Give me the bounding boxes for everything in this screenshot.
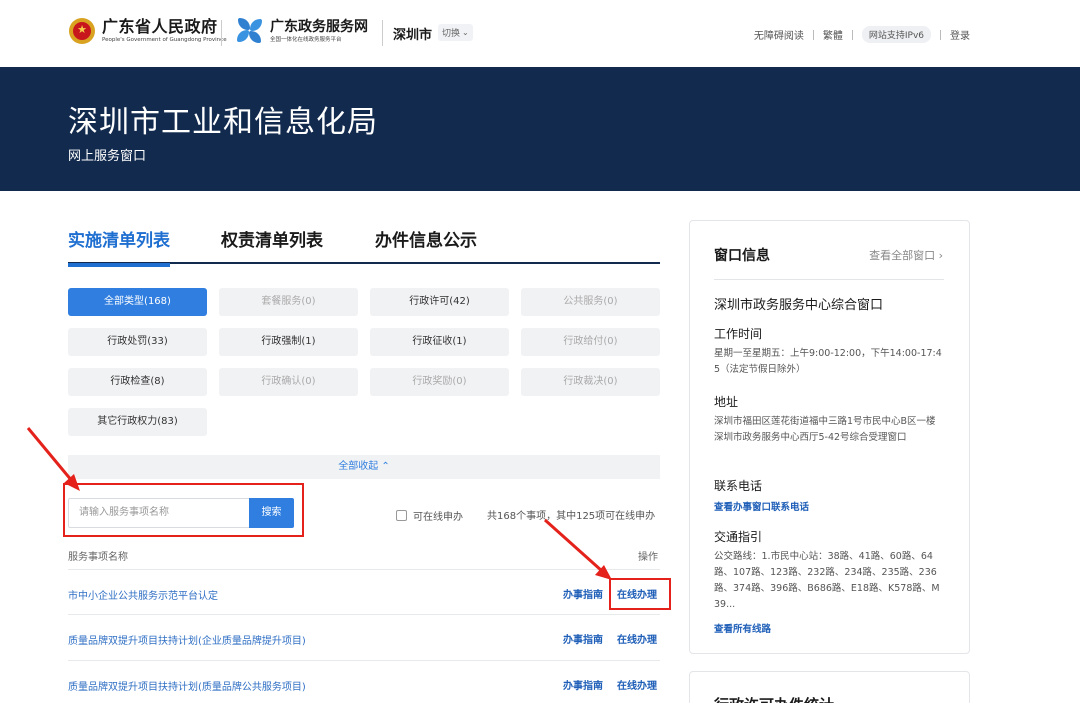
all-routes-link[interactable]: 查看所有线路 [714,621,771,635]
gov-name: 广东省人民政府 [102,17,218,36]
category-filter-button[interactable]: 全部类型(168) [68,288,207,316]
hours-label: 工作时间 [714,327,763,341]
category-filter-button[interactable]: 行政给付(0) [521,328,660,356]
phone-link[interactable]: 查看办事窗口联系电话 [714,499,809,513]
national-emblem-icon: ★ [68,16,96,46]
license-stats-card: 行政许可办件统计 [689,671,970,703]
logo-divider [221,20,222,46]
login-link[interactable]: 登录 [950,27,970,42]
search-highlight-box [63,483,304,537]
online-apply-highlight-box [609,578,671,610]
switch-label: 切换 [442,29,461,39]
pinwheel-icon [236,16,264,46]
category-filter-button[interactable]: 其它行政权力(83) [68,408,207,436]
city-divider [382,20,383,46]
chevron-up-icon: ⌃ [381,461,390,472]
category-filter-button[interactable]: 套餐服务(0) [219,288,358,316]
tab-case-publicity[interactable]: 办件信息公示 [375,228,477,264]
guide-link[interactable]: 办事指南 [563,586,603,601]
category-filter-button[interactable]: 行政确认(0) [219,368,358,396]
traffic-label: 交通指引 [714,530,763,544]
window-info-title: 窗口信息 [714,248,770,264]
table-row-name[interactable]: 质量品牌双提升项目扶持计划(质量品牌公共服务项目) [68,678,306,693]
current-city: 深圳市 [393,28,433,43]
table-row-name[interactable]: 质量品牌双提升项目扶持计划(企业质量品牌提升项目) [68,632,306,647]
online-only-label: 可在线申办 [413,512,463,523]
license-stats-title: 行政许可办件统计 [714,694,834,703]
window-name: 深圳市政务服务中心综合窗口 [714,298,884,313]
category-filter-button[interactable]: 行政许可(42) [370,288,509,316]
table-row-name[interactable]: 市中小企业公共服务示范平台认定 [68,587,218,602]
gov-logo[interactable]: ★ 广东省人民政府 People's Government of Guangdo… [68,16,227,46]
page-subtitle: 网上服务窗口 [68,149,147,164]
arrow-to-online-apply-icon [543,518,612,580]
table-divider [68,660,660,661]
list-tabs: 实施清单列表 权责清单列表 办件信息公示 [68,228,660,267]
card-divider [714,279,944,280]
accessibility-link[interactable]: 无障碍阅读 [754,27,804,42]
department-banner: 深圳市工业和信息化局 网上服务窗口 [0,67,1080,191]
item-count-text: 共168个事项，其中125项可在线申办 [487,511,656,522]
tab-rights-list[interactable]: 权责清单列表 [221,228,323,264]
address-text: 深圳市福田区莲花街道福中三路1号市民中心B区一楼深圳市政务服务中心西厅5-42号… [714,416,936,443]
category-filter-button[interactable]: 行政奖励(0) [370,368,509,396]
online-apply-link[interactable]: 在线办理 [617,631,657,646]
table-divider [68,614,660,615]
address-label: 地址 [714,395,739,409]
view-all-windows-link[interactable]: 查看全部窗口 › [869,247,943,263]
city-switch-button[interactable]: 切换 ⌄ [438,24,473,41]
service-sub: 全国一体化在线政务服务平台 [270,36,342,43]
category-filter-button[interactable]: 行政强制(1) [219,328,358,356]
top-header: ★ 广东省人民政府 People's Government of Guangdo… [0,0,1080,67]
table-divider [68,569,660,570]
checkbox-icon [396,510,407,521]
view-all-label: 查看全部窗口 [869,249,936,262]
category-filter-button[interactable]: 公共服务(0) [521,288,660,316]
online-apply-link[interactable]: 在线办理 [617,677,657,692]
column-header-action: 操作 [638,552,658,563]
top-links: 无障碍阅读 繁體 网站支持IPv6 登录 [754,26,970,43]
category-filter-button[interactable]: 行政处罚(33) [68,328,207,356]
category-filter-button[interactable]: 行政征收(1) [370,328,509,356]
traditional-chinese-link[interactable]: 繁體 [823,27,843,42]
chevron-down-icon: ⌄ [462,28,469,37]
phone-label: 联系电话 [714,479,763,493]
category-filter-button[interactable]: 行政裁决(0) [521,368,660,396]
tab-implementation-list[interactable]: 实施清单列表 [68,228,170,267]
online-only-checkbox[interactable]: 可在线申办 [396,508,463,523]
traffic-text: 公交路线：1.市民中心站：38路、41路、60路、64路、107路、123路、2… [714,551,940,610]
guide-link[interactable]: 办事指南 [563,677,603,692]
collapse-label: 全部收起 [338,461,379,472]
chevron-right-icon: › [938,249,943,262]
ipv6-badge: 网站支持IPv6 [861,26,931,43]
collapse-all-button[interactable]: 全部收起 ⌃ [68,455,660,479]
guide-link[interactable]: 办事指南 [563,631,603,646]
page-title: 深圳市工业和信息化局 [68,105,378,140]
hours-text: 星期一至星期五：上午9:00-12:00，下午14:00-17:45（法定节假日… [714,348,942,375]
category-filter-button[interactable]: 行政检查(8) [68,368,207,396]
column-header-name: 服务事项名称 [68,552,128,563]
gov-name-en: People's Government of Guangdong Provinc… [102,37,227,43]
window-info-card: 窗口信息 查看全部窗口 › 深圳市政务服务中心综合窗口 工作时间 星期一至星期五… [689,220,970,654]
service-logo[interactable]: 广东政务服务网 全国一体化在线政务服务平台 [236,16,368,46]
service-name: 广东政务服务网 [270,18,368,35]
